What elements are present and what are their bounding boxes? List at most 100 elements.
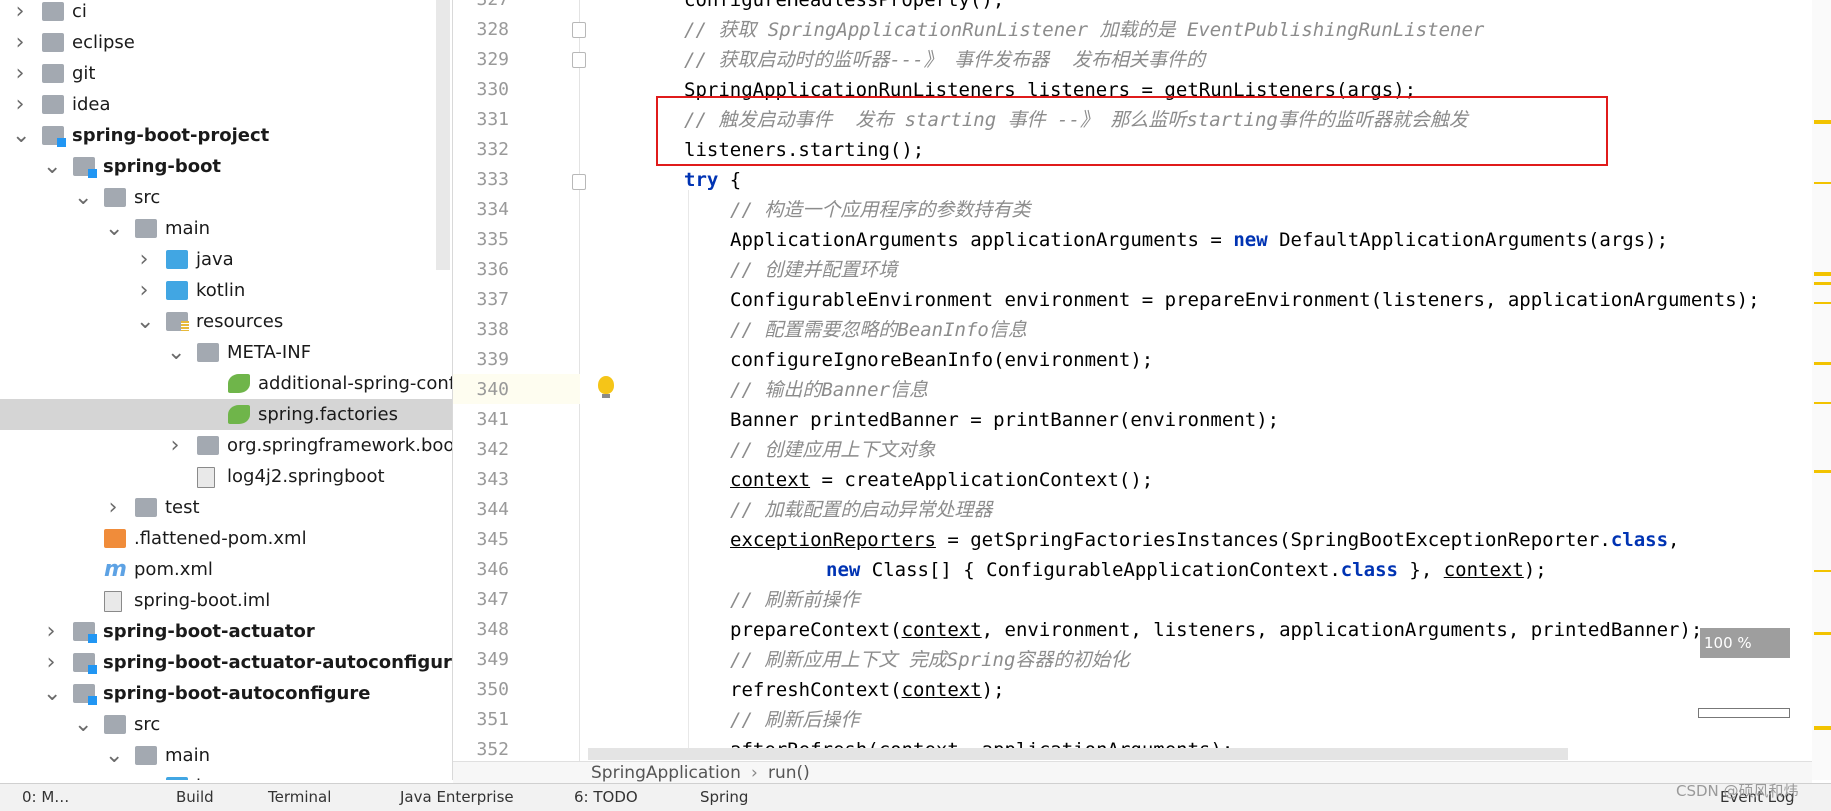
code-comment[interactable]: // 输出的Banner信息 — [730, 375, 928, 405]
code-line[interactable]: Banner printedBanner = printBanner(envir… — [730, 405, 1279, 435]
tree-item[interactable]: › ci — [0, 0, 452, 27]
code-line[interactable]: configureHeadlessProperty(); — [684, 0, 1004, 15]
stripe-mark[interactable] — [1814, 362, 1831, 365]
code-line[interactable]: new Class[] { ConfigurableApplicationCon… — [826, 555, 1547, 585]
code-comment[interactable]: // 加载配置的启动异常处理器 — [730, 495, 992, 525]
tool-window-button[interactable]: 0: M… — [22, 788, 69, 806]
tree-item[interactable]: m pom.xml — [0, 554, 452, 585]
tree-item[interactable]: › git — [0, 58, 452, 89]
chevron-right-icon[interactable]: › — [12, 89, 28, 120]
chevron-right-icon[interactable]: › — [167, 430, 183, 461]
code-line[interactable]: context = createApplicationContext(); — [730, 465, 1153, 495]
tree-item[interactable]: ⌄ resources — [0, 306, 452, 337]
project-tree[interactable]: › ci › eclipse › git › idea ⌄ spring-boot-project… — [0, 0, 453, 780]
chevron-right-icon[interactable]: › — [12, 58, 28, 89]
stripe-mark[interactable] — [1814, 120, 1831, 124]
tree-item[interactable]: › org.springframework.boot — [0, 430, 452, 461]
chevron-right-icon[interactable]: › — [136, 244, 152, 275]
fold-marker-icon[interactable] — [572, 22, 586, 38]
tree-item[interactable]: › eclipse — [0, 27, 452, 58]
code-comment[interactable]: // 刷新应用上下文 完成Spring容器的初始化 — [730, 645, 1129, 675]
tree-item[interactable]: ⌄ src — [0, 709, 452, 740]
chevron-down-icon[interactable]: ⌄ — [43, 151, 61, 182]
tree-item[interactable]: log4j2.springboot — [0, 461, 452, 492]
chevron-down-icon[interactable]: ⌄ — [74, 182, 92, 213]
chevron-down-icon[interactable]: ⌄ — [12, 120, 30, 151]
breadcrumb-method[interactable]: run() — [768, 762, 810, 784]
line-number: 336 — [476, 259, 509, 280]
breadcrumb-class[interactable]: SpringApplication — [591, 762, 741, 784]
chevron-right-icon[interactable]: › — [136, 771, 152, 780]
code-comment[interactable]: // 获取启动时的监听器---》 事件发布器 发布相关事件的 — [684, 45, 1205, 75]
chevron-down-icon[interactable]: ⌄ — [105, 213, 123, 244]
code-comment[interactable]: // 获取 SpringApplicationRunListener 加载的是 … — [684, 15, 1484, 45]
chevron-right-icon[interactable]: › — [105, 492, 121, 523]
stripe-mark[interactable] — [1814, 302, 1831, 304]
tree-item[interactable]: › spring-boot-actuator-autoconfigure — [0, 647, 452, 678]
chevron-down-icon[interactable]: ⌄ — [136, 306, 154, 337]
chevron-down-icon[interactable]: ⌄ — [167, 337, 185, 368]
tree-item[interactable]: ⌄ META-INF — [0, 337, 452, 368]
stripe-mark[interactable] — [1814, 272, 1831, 276]
tool-window-button[interactable]: Spring — [700, 788, 748, 806]
chevron-down-icon[interactable]: ⌄ — [105, 740, 123, 771]
tree-item[interactable]: spring-boot.iml — [0, 585, 452, 616]
chevron-right-icon[interactable]: › — [136, 275, 152, 306]
chevron-right-icon[interactable]: › — [12, 27, 28, 58]
fold-marker-icon[interactable] — [572, 52, 586, 68]
code-line[interactable]: try { — [684, 165, 741, 195]
tree-item-label: spring-boot-autoconfigure — [103, 683, 371, 704]
error-stripe[interactable] — [1812, 0, 1831, 780]
folder-icon — [73, 622, 97, 643]
tree-item[interactable]: ⌄ spring-boot-project — [0, 120, 452, 151]
stripe-mark[interactable] — [1814, 282, 1831, 285]
code-comment[interactable]: // 构造一个应用程序的参数持有类 — [730, 195, 1030, 225]
code-comment[interactable]: // 配置需要忽略的BeanInfo信息 — [730, 315, 1027, 345]
code-line[interactable]: configureIgnoreBeanInfo(environment); — [730, 345, 1153, 375]
tool-window-button[interactable]: Build — [176, 788, 214, 806]
code-line[interactable]: refreshContext(context); — [730, 675, 1005, 705]
code-line[interactable]: ApplicationArguments applicationArgument… — [730, 225, 1668, 255]
tree-item[interactable]: › idea — [0, 89, 452, 120]
tool-window-button[interactable]: Terminal — [268, 788, 331, 806]
chevron-right-icon[interactable]: › — [12, 0, 28, 27]
code-comment[interactable]: // 刷新前操作 — [730, 585, 859, 615]
tree-item[interactable]: ⌄ src — [0, 182, 452, 213]
tree-item[interactable]: spring.factories — [0, 399, 452, 430]
tree-item[interactable]: additional-spring-configuration-metadata… — [0, 368, 452, 399]
code-line[interactable]: prepareContext(context, environment, lis… — [730, 615, 1702, 645]
tree-item[interactable]: › test — [0, 492, 452, 523]
chevron-down-icon[interactable]: ⌄ — [43, 678, 61, 709]
chevron-right-icon[interactable]: › — [43, 616, 59, 647]
chevron-down-icon[interactable]: ⌄ — [74, 709, 92, 740]
editor-horizontal-scrollbar[interactable] — [588, 748, 1568, 760]
code-comment[interactable]: // 创建并配置环境 — [730, 255, 897, 285]
tree-item[interactable]: › kotlin — [0, 275, 452, 306]
tree-item[interactable]: .flattened-pom.xml — [0, 523, 452, 554]
tree-item[interactable]: › java — [0, 244, 452, 275]
stripe-mark[interactable] — [1814, 182, 1831, 184]
stripe-mark[interactable] — [1814, 632, 1831, 635]
tree-item[interactable]: › java — [0, 771, 452, 780]
tree-item[interactable]: ⌄ spring-boot — [0, 151, 452, 182]
chevron-right-icon[interactable]: › — [43, 647, 59, 678]
line-number: 331 — [476, 109, 509, 130]
tool-window-button[interactable]: Java Enterprise — [400, 788, 514, 806]
tree-item[interactable]: ⌄ spring-boot-autoconfigure — [0, 678, 452, 709]
tree-item[interactable]: ⌄ main — [0, 213, 452, 244]
fold-marker-icon[interactable] — [572, 174, 586, 190]
code-line[interactable]: exceptionReporters = getSpringFactoriesI… — [730, 525, 1679, 555]
stripe-mark[interactable] — [1814, 470, 1831, 473]
horizontal-scroll-thumb[interactable] — [1698, 708, 1790, 718]
tree-item-label: org.springframework.boot — [227, 435, 453, 456]
code-line[interactable]: ConfigurableEnvironment environment = pr… — [730, 285, 1760, 315]
code-comment[interactable]: // 创建应用上下文对象 — [730, 435, 935, 465]
lightbulb-icon[interactable] — [598, 376, 614, 398]
tree-item[interactable]: › spring-boot-actuator — [0, 616, 452, 647]
tool-window-button[interactable]: 6: TODO — [574, 788, 638, 806]
stripe-mark[interactable] — [1814, 726, 1831, 730]
code-comment[interactable]: // 刷新后操作 — [730, 705, 859, 735]
stripe-mark[interactable] — [1814, 402, 1831, 404]
stripe-mark[interactable] — [1814, 570, 1831, 572]
tree-item[interactable]: ⌄ main — [0, 740, 452, 771]
